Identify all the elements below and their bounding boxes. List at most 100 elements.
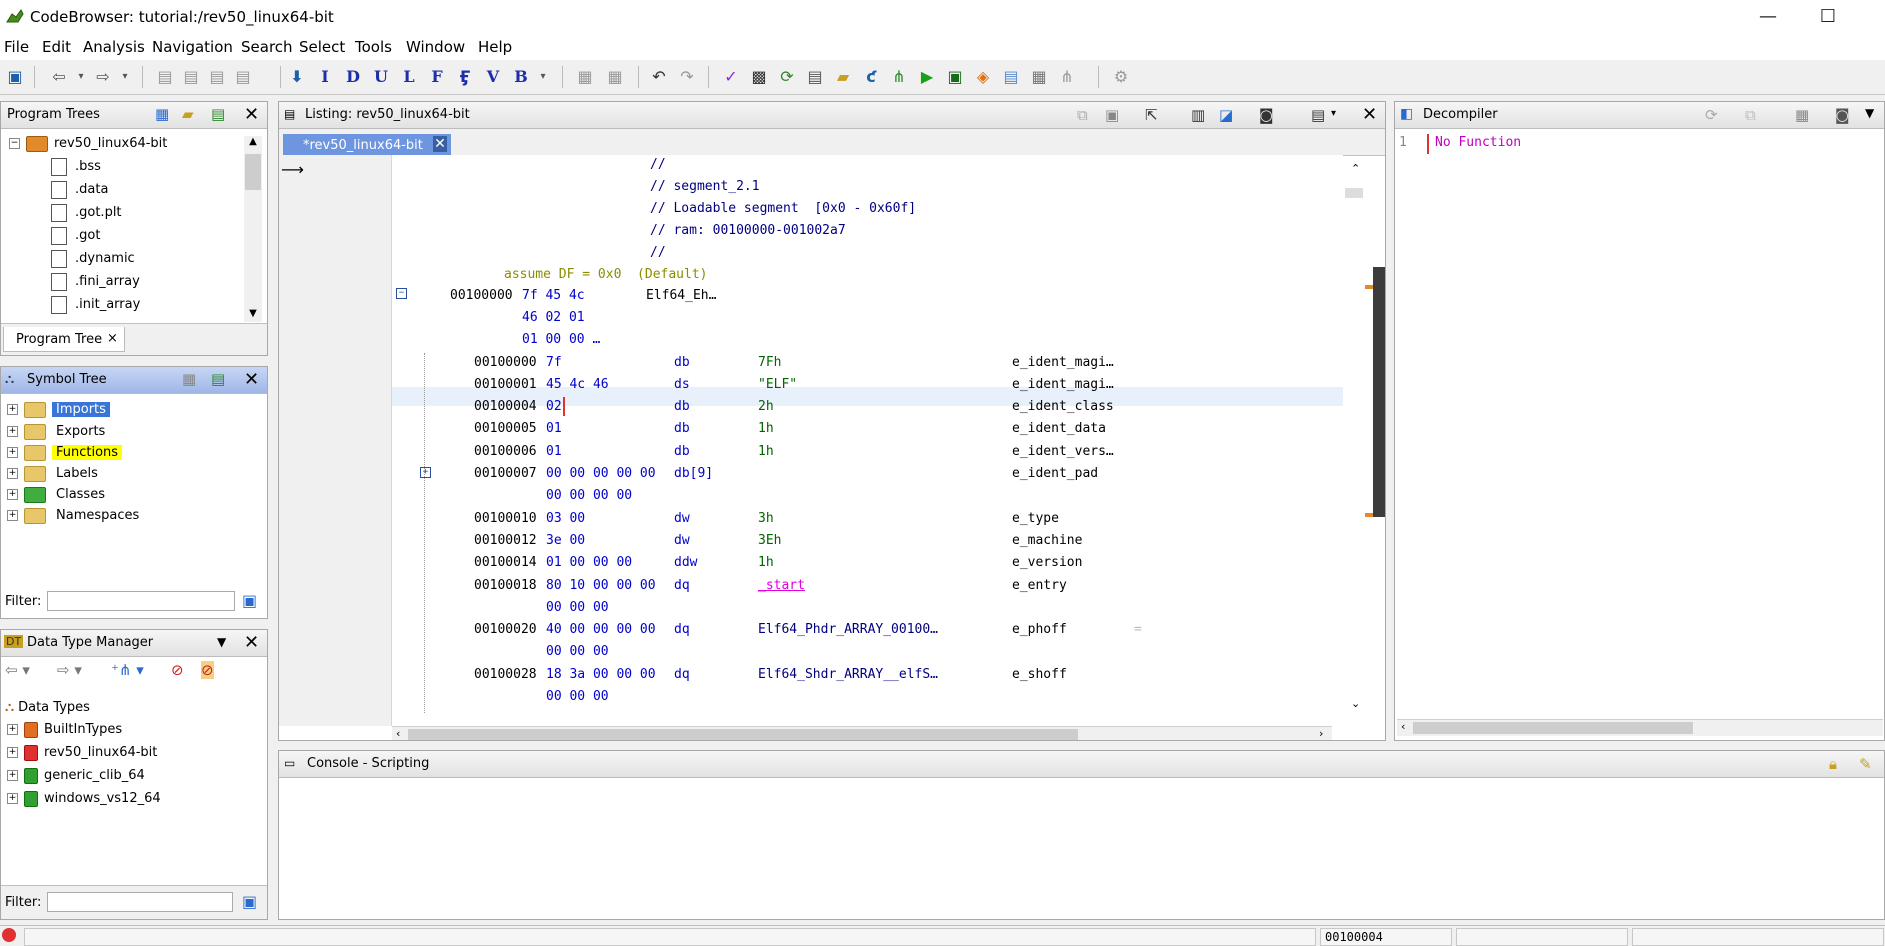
nav-function-alt-icon[interactable]: Ӻ [454,66,476,88]
refresh-icon[interactable]: ⟳ [776,66,798,88]
back-icon[interactable]: ⇦ [48,66,70,88]
scroll-down-icon[interactable]: ▼ [244,308,262,319]
nav-value-button[interactable]: V [482,66,504,88]
new-tree-icon[interactable]: ▦ [155,105,169,123]
menu-help[interactable]: Help [478,38,512,56]
maximize-button[interactable]: ☐ [1805,4,1851,30]
menu-window[interactable]: Window [406,38,465,56]
tab-close-icon[interactable]: ✕ [433,136,447,152]
close-icon[interactable]: ✕ [1362,104,1377,125]
symbol-namespaces[interactable]: + Namespaces [7,505,143,527]
lock-icon[interactable]: 🔒︎ [1829,755,1837,773]
checksum-icon[interactable]: ◈ [972,66,994,88]
dtm-generic-clib[interactable]: + generic_clib_64 [7,765,145,787]
diff-view-icon[interactable]: ◪ [1219,106,1233,124]
forward-dropdown-icon[interactable]: ▾ [114,66,136,88]
scroll-up-icon[interactable]: ▲ [244,136,262,147]
filter-options-icon[interactable]: ▣ [242,892,257,911]
redo-icon[interactable]: ↷ [676,66,698,88]
dtm-forward-icon[interactable]: ⇨ ▾ [57,661,82,679]
scroll-left-icon[interactable]: ‹ [1401,720,1405,733]
menu-select[interactable]: Select [299,38,345,56]
diff-icon[interactable]: ▦ [574,66,596,88]
nav-instruction-button[interactable]: I [314,66,336,88]
checkmark-icon[interactable]: ✓ [720,66,742,88]
dtm-add-icon[interactable]: ⁺⋔ ▾ [111,661,144,679]
open-folder-icon[interactable]: ▰ [182,105,194,123]
scroll-left-icon[interactable]: ‹ [396,727,400,740]
terminal-icon[interactable]: ▣ [944,66,966,88]
dtm-back-icon[interactable]: ⇦ ▾ [5,661,30,679]
bytes-icon[interactable]: ▩ [748,66,770,88]
filter-options-icon[interactable]: ▣ [242,591,257,610]
cursor-icon[interactable]: ⇱ [1145,106,1158,124]
dtm-filter-arrays-icon[interactable]: ⊘ [201,661,214,679]
snapshot-icon[interactable]: ◙ [1835,106,1850,124]
nav-data-icon[interactable]: ▤ [206,66,228,88]
symbol-functions[interactable]: + Functions [7,442,123,464]
dtm-windows-vs12[interactable]: + windows_vs12_64 [7,788,161,810]
symbol-imports[interactable]: + Imports [7,399,110,421]
scroll-thumb[interactable] [408,729,1078,740]
export-icon[interactable]: ▦ [1028,66,1050,88]
settings-icon[interactable]: ⚙ [1110,66,1132,88]
save-icon[interactable]: ▣ [4,66,26,88]
nav-undefined-button[interactable]: U [370,66,392,88]
vertical-scrollbar[interactable]: ▲ ▼ [244,136,262,322]
tree-item-data[interactable]: .data [51,179,108,201]
collapse-icon[interactable]: − [9,138,20,149]
folder-icon[interactable]: ▰ [832,66,854,88]
forward-icon[interactable]: ⇨ [92,66,114,88]
scroll-right-icon[interactable]: › [1319,727,1323,740]
bookmark-dropdown-icon[interactable]: ▾ [532,66,554,88]
close-icon[interactable]: ✕ [244,632,259,653]
dtm-program[interactable]: + rev50_linux64-bit [7,742,157,764]
undo-icon[interactable]: ↶ [648,66,670,88]
overview-bar[interactable] [1365,267,1385,517]
menu-search[interactable]: Search [241,38,293,56]
nav-next-icon[interactable]: ▤ [180,66,202,88]
field-edit-icon[interactable]: ▥ [1191,106,1205,124]
decompiler-menu-icon[interactable]: ▼ [1865,106,1874,120]
snapshot-icon[interactable]: ◙ [1259,106,1274,124]
nav-defined-data-button[interactable]: D [342,66,364,88]
graph-icon[interactable]: ⋔ [888,66,910,88]
tree-root[interactable]: − rev50_linux64-bit [9,133,167,155]
tree-item-got[interactable]: .got [51,225,100,247]
symbol-classes[interactable]: + Classes [7,484,109,506]
clear-icon[interactable]: ✎ [1859,755,1872,773]
dtm-menu-icon[interactable]: ▼ [217,635,226,649]
dtm-filter-input[interactable] [47,892,233,912]
tree-icon[interactable]: ⋔ [1056,66,1078,88]
nav-label-button[interactable]: L [398,66,420,88]
tree-item-bss[interactable]: .bss [51,156,101,178]
back-dropdown-icon[interactable]: ▾ [70,66,92,88]
listing-code[interactable]: // // segment_2.1 // Loadable segment [0… [392,155,1343,726]
horizontal-scrollbar[interactable]: ‹ › [392,726,1332,740]
memory-icon[interactable]: ▤ [1000,66,1022,88]
symbol-filter-input[interactable] [47,591,235,611]
dtm-builtin[interactable]: + BuiltInTypes [7,719,122,741]
new-symbol-icon[interactable]: ▦ [182,370,196,388]
tree-item-fini-array[interactable]: .fini_array [51,271,140,293]
menu-analysis[interactable]: Analysis [83,38,145,56]
cf-icon[interactable]: ƈ [860,66,882,88]
nav-bookmark-button[interactable]: B [510,66,532,88]
menu-navigation[interactable]: Navigation [152,38,233,56]
scroll-thumb[interactable] [1345,188,1363,198]
close-icon[interactable]: ✕ [244,369,259,390]
table-icon[interactable]: ▤ [804,66,826,88]
symbol-labels[interactable]: + Labels [7,463,102,485]
dtm-root[interactable]: ⛬ Data Types [5,697,90,719]
scroll-up-icon[interactable]: ⌃ [1351,162,1360,175]
layout-icon[interactable]: ▤ [1311,106,1325,124]
paste-icon[interactable]: ▣ [1105,106,1119,124]
scroll-thumb[interactable] [1413,722,1693,734]
run-script-icon[interactable]: ▶ [916,66,938,88]
copy-icon[interactable]: ⧉ [1077,106,1088,124]
dtm-filter-icon[interactable]: ⊘ [171,661,184,679]
minimize-button[interactable]: — [1745,4,1791,30]
scroll-down-icon[interactable]: ⌄ [1351,697,1360,710]
scroll-thumb[interactable] [245,154,261,190]
symbol-exports[interactable]: + Exports [7,421,109,443]
